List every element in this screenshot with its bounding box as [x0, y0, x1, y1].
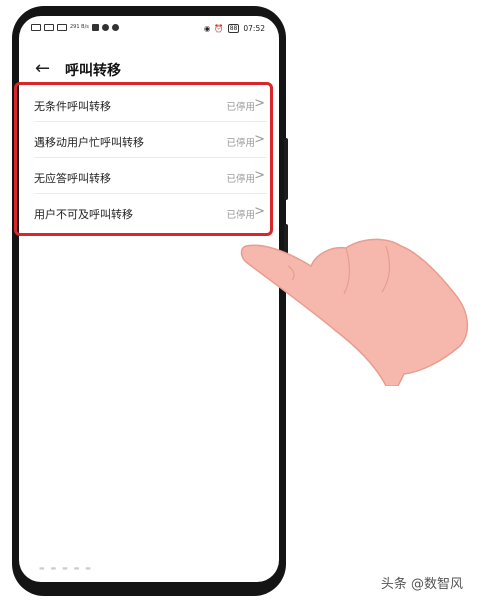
- battery-indicator: 88: [227, 24, 240, 33]
- page-title: 呼叫转移: [65, 63, 121, 79]
- chat-notification-icon: [101, 24, 109, 31]
- watermark: 头条 @数智风: [380, 577, 463, 592]
- wifi-icon: [57, 24, 67, 31]
- sim2-signal-icon: [44, 24, 54, 31]
- hand-shape: [240, 238, 469, 386]
- app-notification-icon: [91, 24, 99, 31]
- alarm-icon: ⏰: [214, 24, 224, 33]
- arrow-left-icon[interactable]: ←: [35, 54, 50, 84]
- sim-signal-icon: [31, 24, 41, 31]
- highlight-box: [14, 82, 273, 236]
- status-left: 291 B/s: [31, 24, 119, 31]
- home-indicator: ▬ ▬ ▬ ▬ ▬: [39, 565, 93, 572]
- network-speed: 291 B/s: [70, 24, 89, 30]
- message-notification-icon: [111, 24, 119, 31]
- status-time: 07:52: [243, 24, 265, 33]
- status-bar: 291 B/s ◉ ⏰ 88 07:52: [19, 16, 279, 42]
- status-right: ◉ ⏰ 88 07:52: [204, 24, 265, 33]
- eye-comfort-icon: ◉: [203, 24, 211, 33]
- pointing-hand-icon: [240, 238, 469, 386]
- volume-button: [284, 138, 288, 200]
